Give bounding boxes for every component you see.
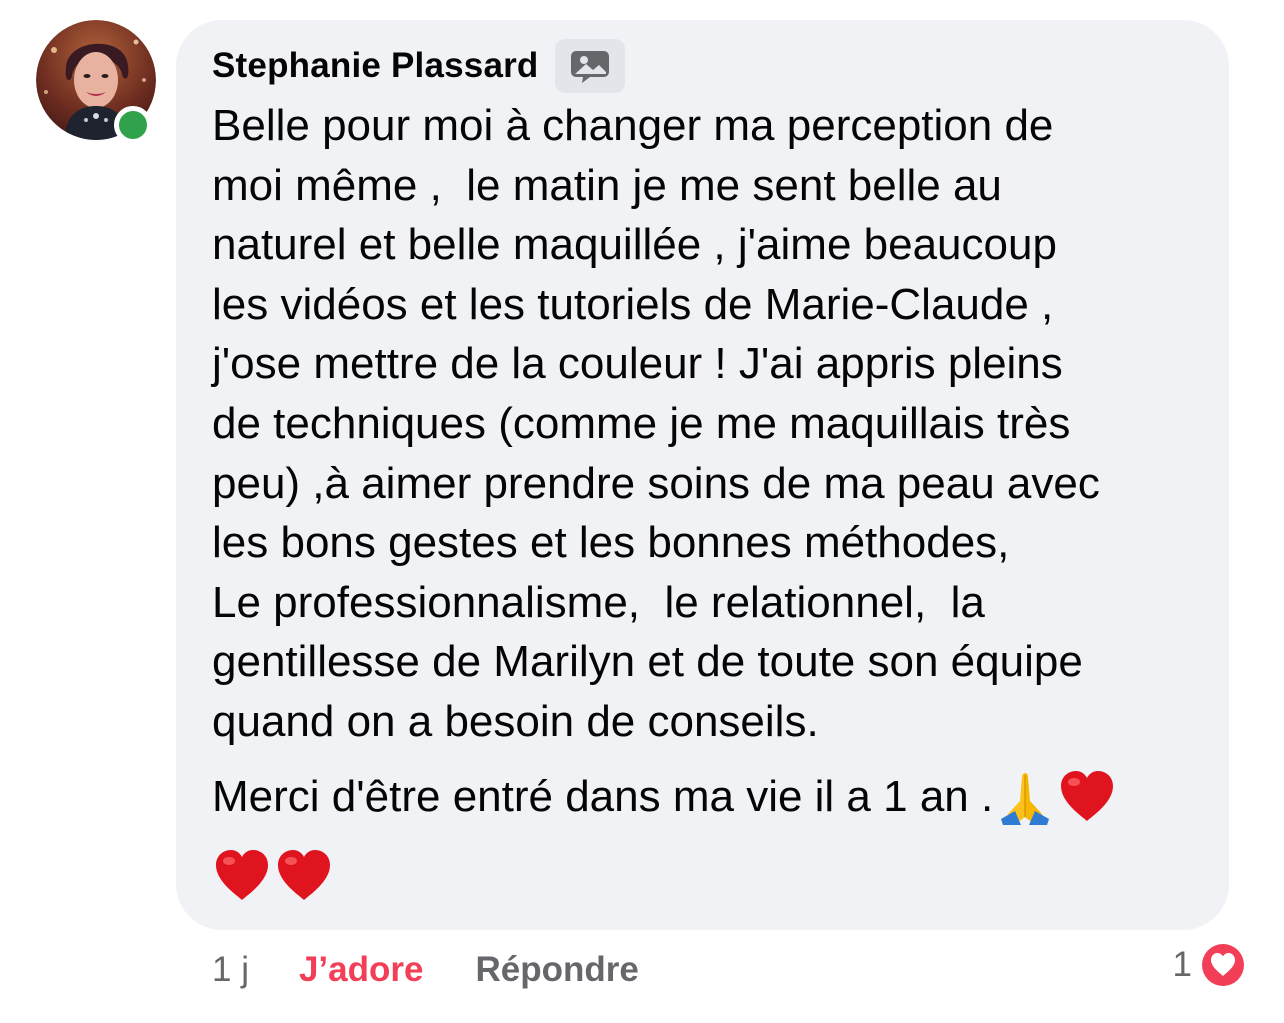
reply-button[interactable]: Répondre — [475, 950, 638, 990]
comment-line: de techniques (comme je me maquillais tr… — [212, 398, 1071, 448]
comment-line: gentillesse de Marilyn et de toute son é… — [212, 637, 1083, 687]
red-heart-emoji-icon — [216, 850, 268, 900]
reaction-count: 1 — [1172, 945, 1192, 984]
author-avatar[interactable] — [36, 20, 156, 144]
comment-line: les vidéos et les tutoriels de Marie-Cla… — [212, 279, 1054, 329]
comment-timestamp[interactable]: 1 j — [212, 950, 249, 990]
comment-text: Belle pour moi à changer ma perception d… — [212, 96, 1212, 752]
comment-line: naturel et belle maquillée , j'aime beau… — [212, 220, 1057, 270]
comment-header: Stephanie Plassard — [212, 38, 625, 94]
online-status-indicator — [114, 106, 152, 144]
comment-line: j'ose mettre de la couleur ! J'ai appris… — [212, 339, 1063, 389]
love-reaction-button[interactable]: J’adore — [299, 950, 424, 990]
closing-text: Merci d'être entré dans ma vie il a 1 an… — [212, 772, 994, 821]
comment-emoji-line — [212, 846, 336, 906]
comment-closing-line: Merci d'être entré dans ma vie il a 1 an… — [212, 766, 1117, 828]
comment-line: Belle pour moi à changer ma perception d… — [212, 101, 1054, 150]
author-name[interactable]: Stephanie Plassard — [212, 46, 539, 86]
red-heart-emoji-icon — [278, 850, 330, 900]
comment-line: peu) ,à aimer prendre soins de ma peau a… — [212, 458, 1100, 508]
photo-gallery-icon — [554, 39, 625, 93]
comment-line: Le professionnalisme, le relationnel, la — [212, 577, 985, 627]
comment-line: les bons gestes et les bonnes méthodes, — [212, 518, 1010, 568]
comment-line: quand on a besoin de conseils. — [212, 696, 819, 746]
folded-hands-emoji-icon — [1001, 773, 1050, 825]
heart-icon — [1199, 941, 1247, 989]
red-heart-emoji-icon — [1061, 771, 1114, 821]
reaction-summary[interactable]: 1 — [1173, 940, 1248, 990]
comment-line: moi même , le matin je me sent belle au — [212, 160, 1002, 210]
comment-actions: 1 j J’adore Répondre — [212, 944, 1252, 996]
